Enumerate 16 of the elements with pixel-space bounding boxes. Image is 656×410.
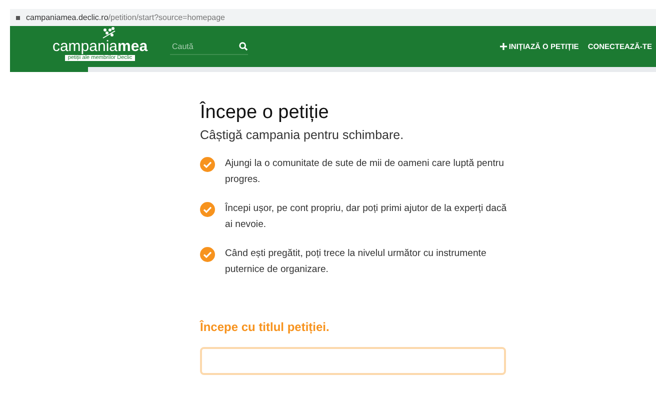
check-icon xyxy=(200,157,215,172)
logo-text[interactable]: campaniamea xyxy=(52,38,148,54)
benefit-text: Când ești pregătit, poți trece la nivelul următor cu instrumente puternice de organizare. xyxy=(225,247,488,277)
plus-icon xyxy=(500,43,507,50)
benefit-text: Începi ușor, pe cont propriu, dar poți primi ajutor de la experți dacă ai nevoie. xyxy=(225,202,507,232)
search-field[interactable]: Caută xyxy=(170,38,239,54)
sprig-icon xyxy=(101,26,117,38)
check-icon xyxy=(200,202,215,217)
search-icon[interactable] xyxy=(239,42,248,50)
check-icon xyxy=(200,247,215,262)
field-label: Începe cu titlul petiției. xyxy=(200,320,330,334)
address-url[interactable]: campaniamea.declic.ro/petition/start?source=homepage xyxy=(26,13,226,22)
benefit-text: Ajungi la o comunitate de sute de mii de oameni care luptă pentru progres. xyxy=(225,157,505,187)
page-title: Începe o petiție xyxy=(200,102,330,124)
subtitle: Câștigă campania pentru schimbare. xyxy=(200,128,405,142)
title-input[interactable] xyxy=(200,347,506,375)
